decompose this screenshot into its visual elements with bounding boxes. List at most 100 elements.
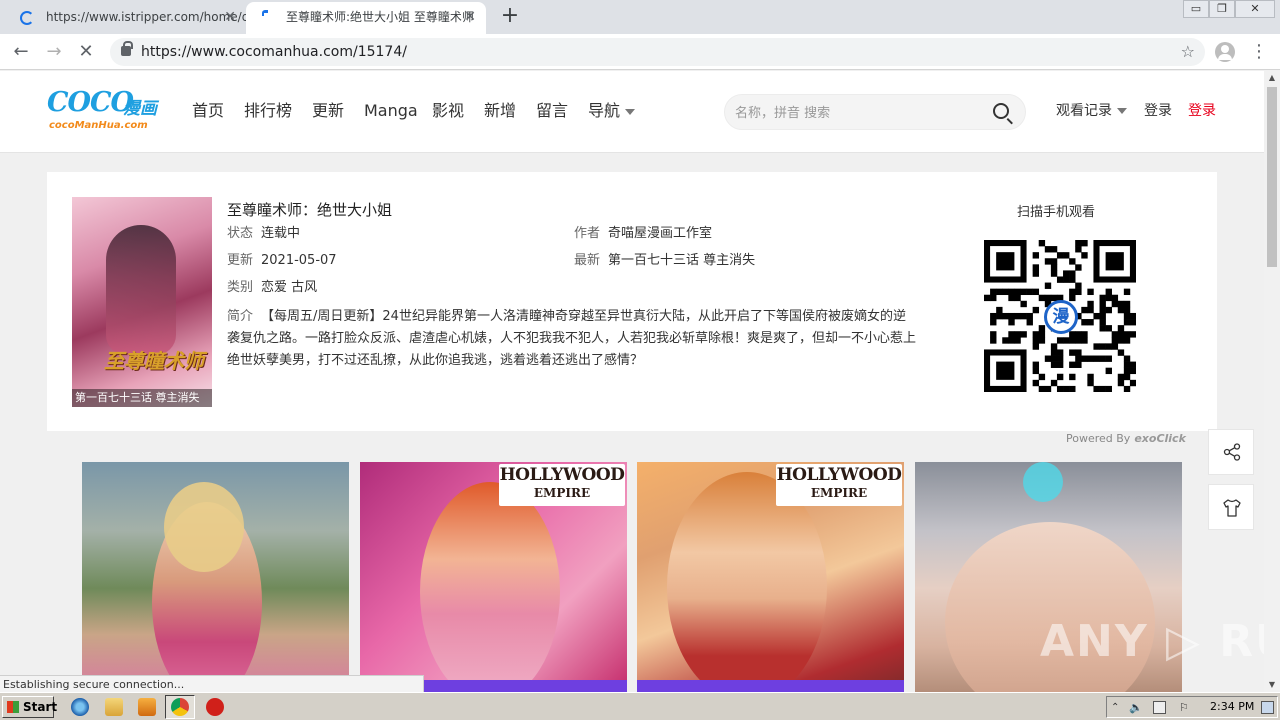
qr-module bbox=[1008, 337, 1015, 344]
qr-module bbox=[990, 337, 997, 344]
exoclick-logo[interactable]: exoClick bbox=[1134, 432, 1186, 445]
show-desktop-icon[interactable] bbox=[1261, 701, 1274, 714]
history-dropdown[interactable]: 观看记录 bbox=[1056, 101, 1127, 121]
qr-module bbox=[1069, 288, 1076, 296]
nav-video[interactable]: 影视 bbox=[432, 99, 464, 123]
qr-module bbox=[1069, 276, 1076, 283]
qr-module bbox=[1099, 294, 1106, 302]
profile-avatar-icon[interactable] bbox=[1215, 42, 1235, 62]
qr-module bbox=[1087, 319, 1094, 326]
qr-module bbox=[1069, 331, 1076, 338]
tab-close-icon[interactable]: ✕ bbox=[464, 2, 476, 32]
site-logo[interactable]: COCO 漫画 cocoManHua.com bbox=[47, 88, 172, 134]
ad-banner-1[interactable] bbox=[82, 462, 349, 692]
intro-label: 简介 bbox=[227, 309, 254, 324]
minimize-button[interactable]: ▭ bbox=[1183, 0, 1209, 18]
volume-icon[interactable]: 🔈 bbox=[1129, 701, 1143, 714]
ad-banner-2[interactable]: HOLLYWOOD EMPIRE bbox=[360, 462, 627, 692]
login-link[interactable]: 登录 bbox=[1144, 101, 1172, 121]
url-text[interactable]: https://www.cocomanhua.com/15174/ bbox=[141, 38, 407, 66]
qr-module bbox=[1050, 379, 1058, 387]
browser-tab-cocomanhua[interactable]: 至尊瞳术师:绝世大小姐 至尊瞳术师 ✕ bbox=[246, 2, 486, 34]
bookmark-star-icon[interactable]: ☆ bbox=[1181, 38, 1195, 66]
comic-cover-image[interactable]: 至尊瞳术师 第一百七十三话 尊主消失 bbox=[72, 197, 212, 407]
forward-arrow-icon[interactable]: → bbox=[42, 40, 66, 64]
qr-module bbox=[1002, 312, 1009, 320]
nav-ranking[interactable]: 排行榜 bbox=[244, 99, 292, 123]
tray-expand-icon[interactable]: ⌃ bbox=[1111, 701, 1124, 714]
close-window-button[interactable]: ✕ bbox=[1235, 0, 1275, 18]
stop-app-icon[interactable] bbox=[206, 698, 224, 716]
qr-module bbox=[1087, 355, 1094, 362]
nav-navigation-label: 导航 bbox=[588, 101, 621, 120]
tab-close-icon[interactable]: ✕ bbox=[224, 2, 236, 32]
qr-module bbox=[1117, 300, 1125, 308]
qr-module bbox=[1081, 252, 1088, 259]
history-label: 观看记录 bbox=[1056, 103, 1112, 119]
qr-module bbox=[996, 306, 1003, 314]
nav-manga[interactable]: Manga bbox=[364, 99, 418, 123]
qr-module bbox=[1063, 385, 1070, 392]
qr-module bbox=[1069, 373, 1076, 381]
skin-button[interactable] bbox=[1208, 484, 1254, 530]
search-input[interactable] bbox=[735, 103, 975, 123]
updated-label: 更新 bbox=[227, 253, 254, 268]
media-player-icon[interactable] bbox=[138, 698, 156, 716]
explorer-folder-icon[interactable] bbox=[105, 698, 123, 716]
ad-banner-3[interactable]: HOLLYWOOD EMPIRE bbox=[637, 462, 904, 692]
qr-module bbox=[1129, 367, 1136, 375]
browser-tab-istripper[interactable]: https://www.istripper.com/home/dir ✕ bbox=[6, 2, 246, 34]
nav-updates[interactable]: 更新 bbox=[312, 99, 344, 123]
qr-module bbox=[1063, 276, 1070, 283]
qr-module bbox=[1038, 373, 1046, 381]
scroll-down-icon[interactable]: ▼ bbox=[1264, 678, 1280, 692]
register-link[interactable]: 登录 bbox=[1188, 101, 1216, 121]
new-tab-button[interactable]: + bbox=[499, 4, 521, 30]
page-scrollbar[interactable]: ▲ ▼ bbox=[1264, 71, 1280, 692]
chrome-taskbar-button[interactable] bbox=[165, 695, 195, 719]
restore-button[interactable]: ❐ bbox=[1209, 0, 1235, 18]
qr-module bbox=[1111, 343, 1119, 350]
qr-module bbox=[990, 319, 997, 326]
qr-module bbox=[1123, 385, 1131, 392]
loading-spinner-icon bbox=[20, 11, 34, 25]
genre-value[interactable]: 恋爱 古风 bbox=[261, 280, 317, 295]
qr-module bbox=[1087, 288, 1094, 296]
qr-module bbox=[1008, 294, 1015, 302]
ie-icon[interactable] bbox=[71, 698, 89, 716]
qr-module bbox=[990, 331, 997, 338]
qr-module bbox=[996, 312, 1003, 320]
system-tray: ⌃ 🔈 ⚐ 2:34 PM bbox=[1106, 696, 1278, 718]
qr-finder-inner bbox=[996, 361, 1015, 380]
scroll-thumb[interactable] bbox=[1267, 87, 1277, 267]
qr-module bbox=[1105, 367, 1112, 375]
author-value[interactable]: 奇喵屋漫画工作室 bbox=[608, 226, 712, 241]
qr-module bbox=[1056, 355, 1064, 362]
nav-home[interactable]: 首页 bbox=[192, 99, 224, 123]
qr-module bbox=[1123, 337, 1131, 344]
back-arrow-icon[interactable]: ← bbox=[9, 40, 33, 64]
browser-toolbar: ← → ✕ https://www.cocomanhua.com/15174/ … bbox=[0, 34, 1280, 70]
qr-module bbox=[1075, 264, 1082, 271]
nav-navigation[interactable]: 导航 bbox=[588, 99, 636, 123]
browser-menu-icon[interactable]: ⋮ bbox=[1250, 40, 1268, 64]
qr-module bbox=[1050, 355, 1058, 362]
qr-module bbox=[1117, 337, 1125, 344]
action-flag-icon[interactable]: ⚐ bbox=[1179, 701, 1192, 714]
scroll-up-icon[interactable]: ▲ bbox=[1264, 71, 1280, 85]
qr-module bbox=[1056, 337, 1064, 344]
network-icon[interactable] bbox=[1153, 701, 1166, 714]
address-bar[interactable]: https://www.cocomanhua.com/15174/ ☆ bbox=[110, 38, 1205, 66]
latest-chapter-link[interactable]: 第一百七十三话 尊主消失 bbox=[608, 253, 755, 268]
nav-messages[interactable]: 留言 bbox=[536, 99, 568, 123]
tab-favicon-icon bbox=[262, 10, 268, 16]
qr-module bbox=[1123, 300, 1131, 308]
search-icon[interactable] bbox=[993, 103, 1009, 119]
qr-module bbox=[1020, 312, 1027, 320]
stop-loading-icon[interactable]: ✕ bbox=[74, 40, 98, 64]
share-button[interactable] bbox=[1208, 429, 1254, 475]
nav-new[interactable]: 新增 bbox=[484, 99, 516, 123]
qr-module bbox=[1129, 319, 1136, 326]
qr-module bbox=[1075, 282, 1082, 289]
start-button[interactable]: Start bbox=[2, 696, 57, 718]
